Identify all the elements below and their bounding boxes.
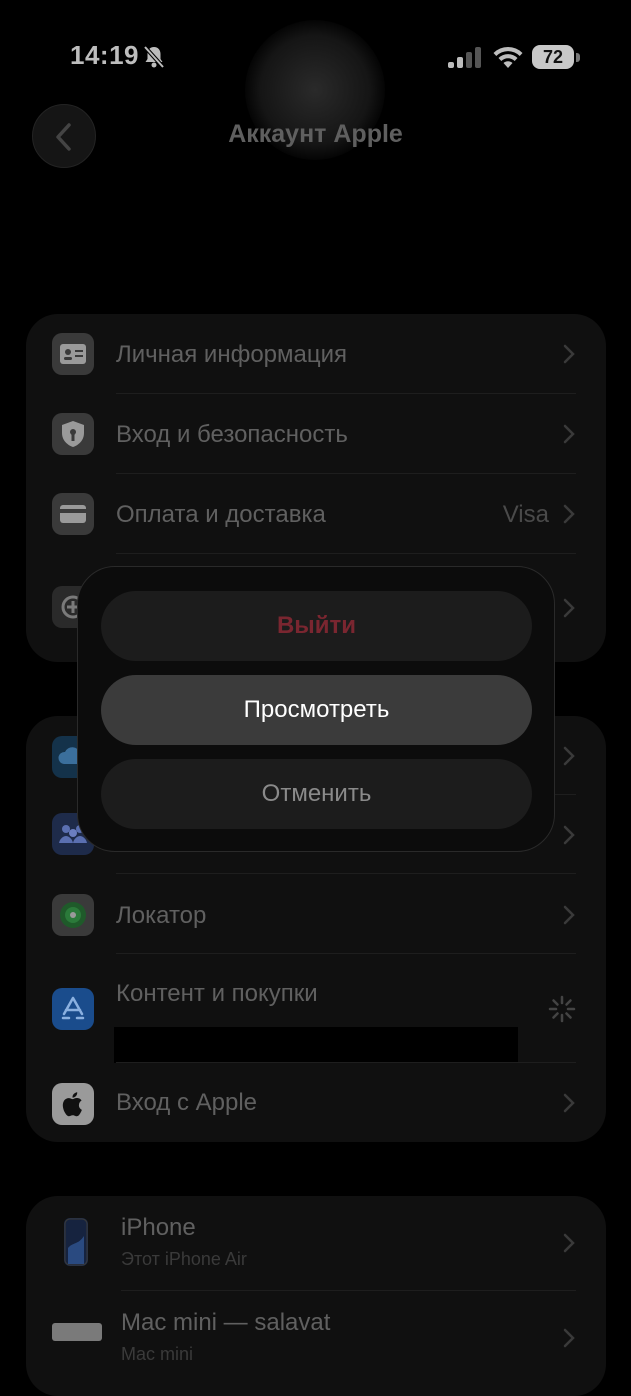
devices-group: iPhone Этот iPhone Air Mac mini — salava… [26,1196,606,1396]
chevron-right-icon [563,344,575,364]
battery-icon: 72 [532,45,580,71]
cancel-button[interactable]: Отменить [101,759,532,829]
chevron-right-icon [563,424,575,444]
payment-value: Visa [502,501,549,528]
iphone-icon [64,1218,88,1266]
list-item-label: Оплата и доставка [116,501,326,528]
find-my-icon [52,894,94,936]
chevron-right-icon [563,746,575,766]
chevron-right-icon [563,905,575,925]
redacted-text [114,1027,518,1063]
chevron-right-icon [563,1093,575,1113]
device-item-mac-mini[interactable]: Mac mini — salavat Mac mini [26,1291,606,1396]
device-name: Mac mini — salavat [121,1309,331,1336]
chevron-right-icon [563,1328,575,1348]
status-time: 14:19 [70,40,139,70]
list-item-label: Локатор [116,902,207,929]
list-item-label: Вход с Apple [116,1089,258,1116]
device-detail: Этот iPhone Air [121,1249,247,1269]
id-card-icon [52,333,94,375]
list-item-personal-info[interactable]: Личная информация [26,314,606,394]
view-button[interactable]: Просмотреть [101,675,532,745]
mac-mini-icon [52,1323,102,1341]
list-item-payment-shipping[interactable]: Оплата и доставка Visa [26,474,606,554]
list-item-sign-in-with-apple[interactable]: Вход с Apple [26,1063,606,1142]
chevron-right-icon [563,598,575,618]
list-item-label: Личная информация [116,341,348,368]
bell-slash-icon [142,44,166,70]
page-title: Аккаунт Apple [228,120,403,148]
list-item-label: Контент и покупки [116,980,318,1007]
list-item-content-purchases[interactable]: Контент и покупки [26,954,606,1063]
wifi-icon [492,44,524,70]
cellular-signal-icon [448,46,484,70]
chevron-right-icon [563,825,575,845]
apple-icon [52,1083,94,1125]
list-item-find-my[interactable]: Локатор [26,874,606,954]
shield-icon [52,413,94,455]
chevron-right-icon [563,504,575,524]
list-item-sign-in-security[interactable]: Вход и безопасность [26,394,606,474]
battery-level: 72 [532,45,574,69]
sign-out-button[interactable]: Выйти [101,591,532,661]
action-sheet: Выйти Просмотреть Отменить [77,566,555,852]
list-item-label: Вход и безопасность [116,421,348,448]
device-name: iPhone [121,1214,196,1241]
loading-spinner-icon [548,995,576,1023]
credit-card-icon [52,493,94,535]
device-item-iphone[interactable]: iPhone Этот iPhone Air [26,1196,606,1290]
device-detail: Mac mini [121,1344,194,1364]
chevron-right-icon [563,1233,575,1253]
app-store-icon [52,988,94,1030]
